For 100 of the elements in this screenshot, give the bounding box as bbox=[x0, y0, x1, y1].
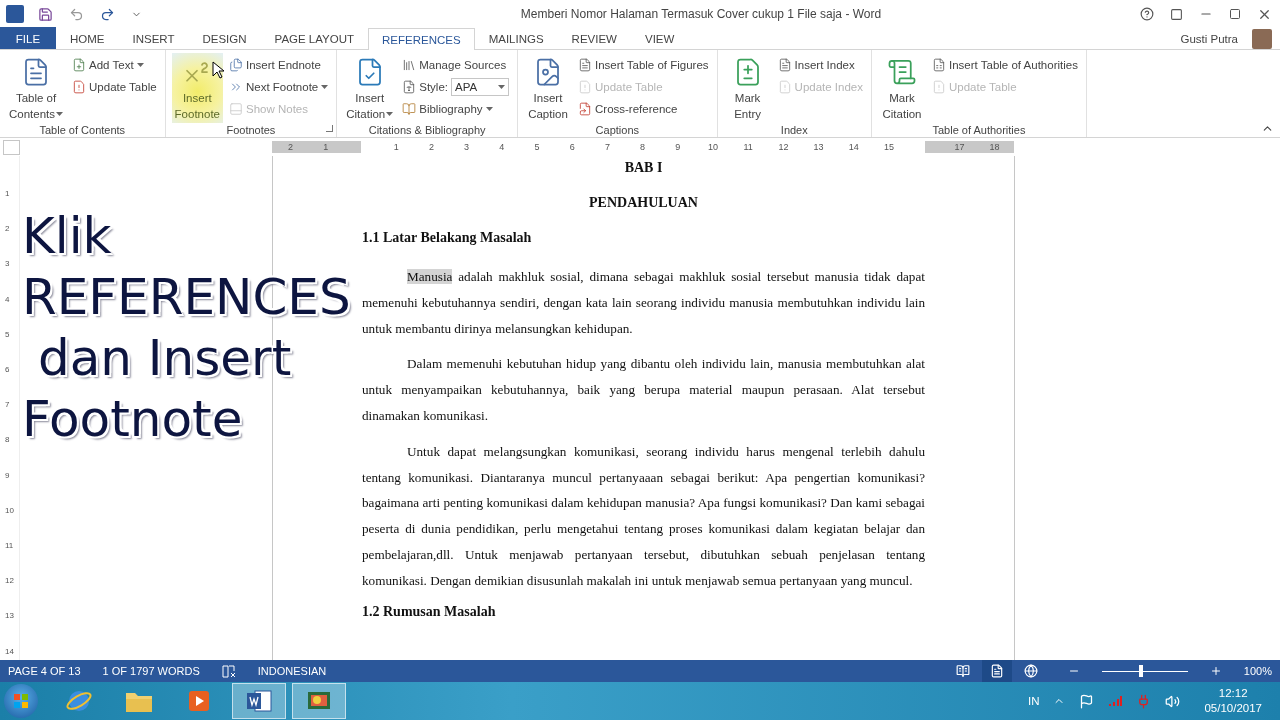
ribbon-button[interactable]: Bibliography bbox=[400, 98, 511, 119]
ribbon-tab[interactable]: HOME bbox=[56, 27, 119, 49]
square-icon bbox=[1170, 7, 1183, 21]
document-icon bbox=[578, 57, 592, 72]
caption-text: REFERENCES bbox=[22, 267, 351, 328]
save-icon bbox=[38, 6, 53, 22]
caret-icon bbox=[56, 112, 64, 116]
ribbon-tab[interactable]: INSERT bbox=[118, 27, 189, 49]
horizontal-ruler[interactable]: 2 1 1 2 3 4 5 6 7 8 9 10 11 12 13 14 15 17 18 bbox=[272, 141, 1014, 153]
document-plus-icon bbox=[72, 57, 87, 72]
caption-text: dan Insert bbox=[36, 328, 292, 389]
ribbon-button[interactable]: Update Table bbox=[70, 76, 159, 97]
style-dropdown[interactable]: APA bbox=[451, 77, 509, 96]
ribbon-button[interactable]: Insert Table of Figures bbox=[576, 54, 711, 75]
book-icon bbox=[402, 101, 417, 116]
scroll-icon bbox=[887, 57, 917, 87]
maximize-button[interactable] bbox=[1227, 6, 1243, 22]
help-button[interactable] bbox=[1138, 5, 1156, 23]
group-label: Table of Contents bbox=[38, 123, 127, 137]
ribbon-button[interactable]: Table of Contents bbox=[6, 53, 67, 123]
group-label: Table of Authorities bbox=[931, 123, 1027, 137]
caret-icon bbox=[136, 62, 144, 67]
dialog-launcher-icon[interactable] bbox=[326, 125, 334, 132]
section-heading: 1.2 Rumusan Masalah bbox=[362, 603, 497, 620]
chapter-title: BAB I bbox=[623, 160, 664, 176]
ribbon-button[interactable]: Mark Citation bbox=[878, 53, 926, 123]
document-warning-icon bbox=[72, 79, 87, 94]
file-tab[interactable]: FILE bbox=[0, 27, 56, 49]
window-title: Memberi Nomor Halaman Termasuk Cover cukup 1 File saja - Word bbox=[519, 7, 883, 21]
cursor-icon bbox=[211, 61, 224, 79]
caret-icon bbox=[485, 106, 493, 111]
input-language[interactable]: IN bbox=[1027, 695, 1040, 707]
speaker-icon[interactable] bbox=[1165, 693, 1181, 709]
ribbon-button[interactable]: Cross-reference bbox=[576, 98, 711, 119]
ribbon-tab[interactable]: REVIEW bbox=[557, 27, 631, 49]
page-count[interactable]: PAGE 4 OF 13 bbox=[8, 665, 81, 677]
paragraph: Dalam memenuhi kebutuhan hidup yang dibantu oleh individu lain, manusia membutuhkan alat untuk menyampaikan kebutuhannya, baik yang berupa material maupun perasaan. Alat tersebut dinamakan komunikasi. bbox=[362, 355, 925, 425]
caret-icon bbox=[386, 112, 394, 116]
flag-icon[interactable] bbox=[1079, 693, 1095, 709]
group-label: Footnotes bbox=[225, 123, 277, 137]
zoom-thumb[interactable] bbox=[1138, 665, 1143, 677]
vertical-ruler[interactable]: 1 2 3 4 5 6 7 8 9 10 11 12 13 14 bbox=[0, 156, 20, 660]
ribbon-button[interactable]: Next Footnote bbox=[227, 76, 331, 97]
ribbon-button[interactable]: Manage Sources bbox=[400, 54, 511, 75]
proofing-icon[interactable] bbox=[221, 664, 236, 678]
paragraph: Untuk dapat melangsungkan komunikasi, seorang individu harus mengenal terlebih dahulu tentang komunikasi. Diantaranya muncul pertanyaaan sebagai berikut: Apa pengertian komunikasi? bagaimana arti penting komunikasi dalam kehidupan manusia? Apa fungsi komunikasi? Dan kami sebagai peserta di dunia pendidikan, perlu mengetahui tentang proses komunikasi dalam kegiatan belajar dan pembelajaran,dll. Untuk menjawab pertanyaan tersebut, dibutuhkan sebuah penjelasan tentang komunikasi. Dengan demikian disusunlah makalah ini untuk menjawab semua pertanyaan yang muncul. bbox=[362, 442, 925, 590]
document-link-icon bbox=[578, 101, 592, 116]
clock-time[interactable]: 12:12 bbox=[1218, 686, 1248, 701]
redo-icon bbox=[100, 6, 115, 22]
ribbon-tab[interactable]: DESIGN bbox=[188, 27, 261, 49]
plus-icon bbox=[1209, 665, 1222, 677]
chapter-title: PENDAHULUAN bbox=[588, 195, 699, 211]
windows-logo-icon bbox=[13, 693, 29, 709]
language[interactable]: INDONESIAN bbox=[257, 665, 327, 677]
play-icon bbox=[187, 689, 211, 713]
globe-icon bbox=[1023, 664, 1038, 678]
document-type-icon bbox=[402, 79, 417, 94]
document-warning-icon bbox=[932, 79, 946, 94]
document-icon bbox=[777, 57, 792, 72]
clock-date[interactable]: 05/10/2017 bbox=[1204, 701, 1262, 716]
book-icon bbox=[955, 664, 970, 678]
paragraph: Manusia adalah makhluk sosial, dimana sebagai makhluk sosial tersebut manusia tidak dapat memenuhi kebutuhannya sendiri, dengan kata lain seorang individu manusia membutuhkan individu lain untuk membantu dirinya melansungkan kehidupan. bbox=[362, 268, 925, 338]
ribbon-tab[interactable]: MAILINGS bbox=[474, 27, 558, 49]
style-label: Style: bbox=[419, 80, 448, 93]
ribbon-button[interactable]: Insert Footnote bbox=[171, 53, 223, 123]
ribbon-button[interactable]: Mark Entry bbox=[723, 53, 772, 123]
ribbon-button[interactable]: Insert Endnote bbox=[227, 54, 331, 75]
ribbon-button[interactable]: Insert Caption bbox=[524, 53, 572, 123]
document-warning-icon bbox=[777, 79, 792, 94]
group-label: Captions bbox=[594, 123, 640, 137]
page-icon bbox=[989, 664, 1004, 678]
zoom-level[interactable]: 100% bbox=[1243, 665, 1272, 677]
ribbon-button[interactable]: Insert Table of Authorities bbox=[930, 54, 1080, 75]
document-table-icon bbox=[932, 57, 946, 72]
avatar[interactable] bbox=[1252, 28, 1272, 49]
start-button[interactable] bbox=[4, 684, 38, 718]
document-warning-icon bbox=[578, 79, 592, 94]
caption-text: Klik bbox=[22, 206, 112, 267]
word-document-icon bbox=[245, 688, 273, 714]
maximize-icon bbox=[1229, 8, 1241, 20]
ribbon-tab[interactable]: REFERENCES bbox=[368, 28, 475, 50]
ribbon-tab[interactable]: VIEW bbox=[631, 27, 689, 49]
section-heading: 1.1 Latar Belakang Masalah bbox=[362, 230, 533, 246]
documents-icon bbox=[229, 57, 243, 72]
taskbar-button[interactable] bbox=[292, 683, 346, 719]
ribbon-button[interactable]: Insert Index bbox=[775, 54, 865, 75]
ribbon-button[interactable]: Insert Citation bbox=[343, 53, 397, 123]
undo-icon bbox=[69, 6, 84, 22]
caption-text: Footnote bbox=[22, 389, 243, 450]
word-count[interactable]: 1 OF 1797 WORDS bbox=[102, 665, 200, 677]
caret-icon bbox=[321, 84, 329, 89]
user-name[interactable]: Gusti Putra bbox=[1180, 32, 1238, 45]
group-label: Index bbox=[779, 123, 809, 137]
ribbon-tab[interactable]: PAGE LAYOUT bbox=[260, 27, 369, 49]
view-button[interactable] bbox=[981, 660, 1012, 682]
taskbar-button[interactable] bbox=[232, 683, 286, 719]
ribbon-button[interactable]: Add Text bbox=[70, 54, 159, 75]
zoom-in-button[interactable] bbox=[1209, 665, 1222, 677]
caret-icon bbox=[498, 84, 505, 89]
panel-icon bbox=[229, 101, 243, 116]
